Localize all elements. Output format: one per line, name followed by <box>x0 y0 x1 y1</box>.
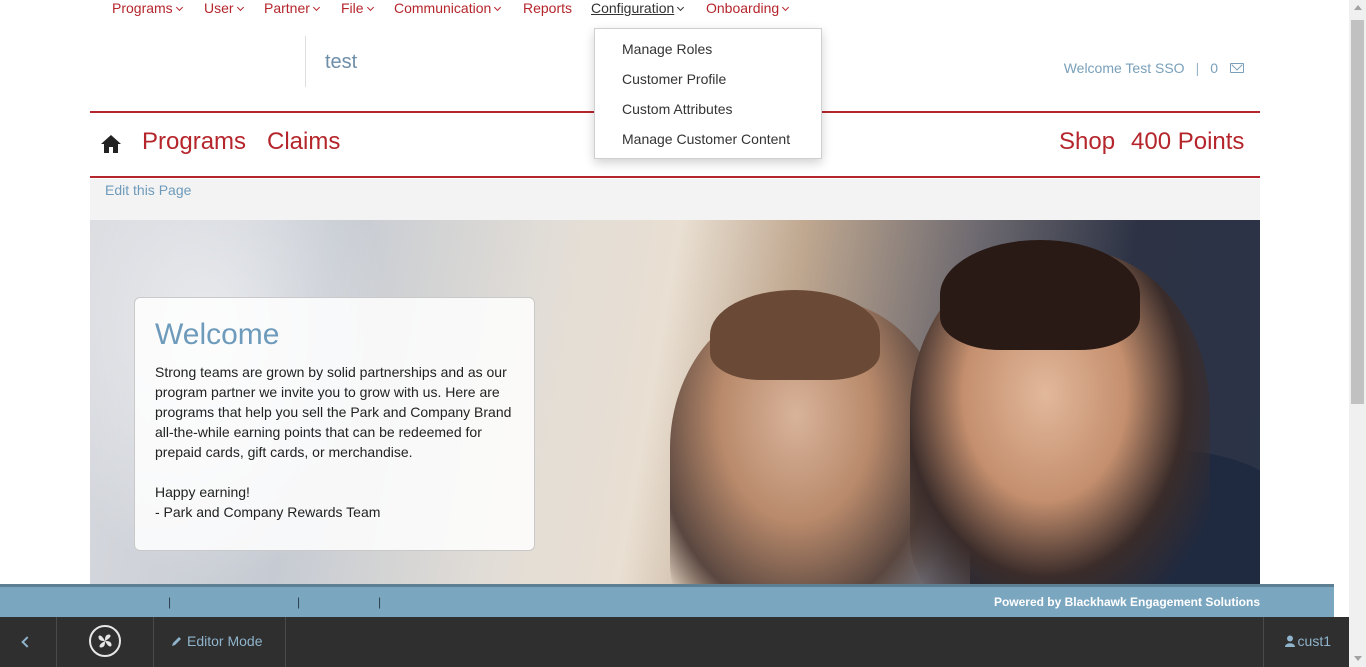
header-divider-bottom <box>90 176 1260 178</box>
chevron-down-icon <box>782 3 790 12</box>
menu-item-customer-profile[interactable]: Customer Profile <box>622 71 726 87</box>
welcome-card: Welcome Strong teams are grown by solid … <box>134 297 535 551</box>
scroll-up-icon[interactable] <box>1354 5 1362 10</box>
main-nav-programs[interactable]: Programs <box>142 128 246 156</box>
envelope-icon[interactable] <box>1230 63 1244 73</box>
welcome-separator: | <box>1195 60 1200 76</box>
hero-hair-right <box>940 240 1140 350</box>
top-nav-reports-label: Reports <box>523 0 573 16</box>
top-nav-file[interactable]: File <box>341 0 374 16</box>
edit-page-link[interactable]: Edit this Page <box>105 182 191 198</box>
chevron-down-icon <box>175 3 183 12</box>
hero-hair-left <box>710 290 880 380</box>
configuration-dropdown-menu: Manage Roles Customer Profile Custom Att… <box>594 28 822 159</box>
top-nav: Programs User Partner File Communication… <box>0 0 1349 18</box>
edit-bar: Edit this Page <box>90 179 1260 220</box>
user-chip: cust1 <box>1284 633 1331 649</box>
menu-item-custom-attributes[interactable]: Custom Attributes <box>622 101 733 117</box>
user-name: cust1 <box>1297 633 1331 649</box>
welcome-signoff: Happy earning! - Park and Company Reward… <box>155 482 380 522</box>
top-nav-user-label: User <box>204 0 234 16</box>
pencil-icon <box>172 637 181 646</box>
top-nav-partner[interactable]: Partner <box>264 0 320 16</box>
editor-mode-text: Editor Mode <box>187 633 263 649</box>
editor-toolbar: Editor Mode cust1 <box>0 617 1349 667</box>
welcome-title: Welcome <box>155 318 280 351</box>
blackhawk-logo-icon <box>89 625 121 657</box>
main-nav-shop[interactable]: Shop <box>1059 128 1115 156</box>
top-nav-programs[interactable]: Programs <box>112 0 183 16</box>
scroll-down-icon[interactable] <box>1354 656 1362 661</box>
scrollbar-thumb[interactable] <box>1351 20 1364 404</box>
vertical-scrollbar[interactable] <box>1349 0 1366 667</box>
home-icon[interactable] <box>100 134 122 154</box>
editor-mode-label: Editor Mode <box>171 633 262 649</box>
chevron-down-icon <box>494 3 502 12</box>
powered-by-text: Powered by Blackhawk Engagement Solution… <box>993 595 1260 609</box>
chevron-down-icon <box>366 3 374 12</box>
footer-pipe: | <box>297 595 301 609</box>
footer-strip: | | | Powered by Blackhawk Engagement So… <box>0 584 1334 617</box>
welcome-signoff-line1: Happy earning! <box>155 484 250 500</box>
top-nav-partner-label: Partner <box>264 0 310 16</box>
brand-divider <box>305 36 306 87</box>
chevron-down-icon <box>312 3 320 12</box>
menu-item-manage-customer-content[interactable]: Manage Customer Content <box>622 131 790 147</box>
menu-item-manage-roles[interactable]: Manage Roles <box>622 41 712 57</box>
points-balance[interactable]: 400 Points <box>1131 128 1244 156</box>
welcome-bar: Welcome Test SSO | 0 <box>1064 60 1244 76</box>
message-count[interactable]: 0 <box>1210 60 1218 76</box>
toolbar-back-button[interactable] <box>0 617 57 667</box>
user-icon <box>1284 635 1295 647</box>
top-nav-reports[interactable]: Reports <box>523 0 572 16</box>
top-nav-programs-label: Programs <box>112 0 173 16</box>
footer-pipe: | <box>378 595 382 609</box>
top-nav-user[interactable]: User <box>204 0 244 16</box>
chevron-down-icon <box>677 3 685 12</box>
top-nav-configuration[interactable]: Configuration <box>591 0 685 16</box>
top-nav-onboarding[interactable]: Onboarding <box>706 0 790 16</box>
welcome-signoff-line2: - Park and Company Rewards Team <box>155 504 381 520</box>
top-nav-communication-label: Communication <box>394 0 492 16</box>
brand-name: test <box>325 51 358 73</box>
main-nav-claims[interactable]: Claims <box>267 128 340 156</box>
top-nav-communication[interactable]: Communication <box>394 0 502 16</box>
user-menu-button[interactable]: cust1 <box>1263 617 1349 667</box>
top-nav-configuration-label: Configuration <box>591 0 675 16</box>
editor-mode-button[interactable]: Editor Mode <box>154 617 286 667</box>
welcome-text: Welcome Test SSO <box>1063 60 1185 76</box>
top-nav-onboarding-label: Onboarding <box>706 0 780 16</box>
welcome-body: Strong teams are grown by solid partners… <box>155 364 512 460</box>
toolbar-logo-button[interactable] <box>57 617 154 667</box>
chevron-down-icon <box>236 3 244 12</box>
chevron-left-icon <box>21 636 33 648</box>
footer-pipe: | <box>168 595 172 609</box>
top-nav-file-label: File <box>341 0 364 16</box>
